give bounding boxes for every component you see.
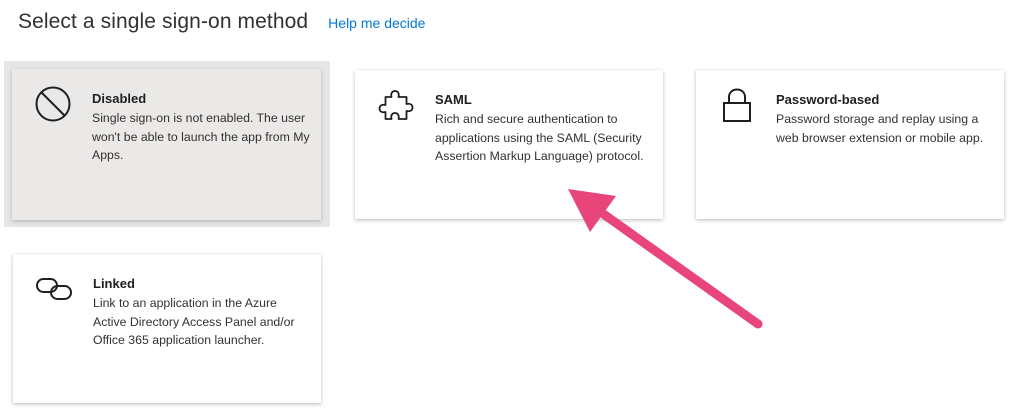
- card-saml[interactable]: SAML Rich and secure authentication to a…: [355, 70, 663, 219]
- card-description: Link to an application in the Azure Acti…: [93, 296, 295, 347]
- lock-icon: [718, 86, 756, 124]
- link-icon: [35, 270, 73, 308]
- card-title: Linked: [93, 276, 135, 291]
- help-me-decide-link[interactable]: Help me decide: [328, 15, 425, 31]
- puzzle-icon: [377, 86, 415, 124]
- card-title: Disabled: [92, 91, 147, 106]
- page-title: Select a single sign-on method: [18, 10, 309, 33]
- card-description: Single sign-on is not enabled. The user …: [92, 111, 310, 162]
- card-title: SAML: [435, 92, 472, 107]
- card-disabled[interactable]: Disabled Single sign-on is not enabled. …: [12, 69, 321, 220]
- card-description: Rich and secure authentication to applic…: [435, 112, 644, 163]
- page-header: Select a single sign-on method Help me d…: [18, 10, 425, 34]
- no-entry-icon: [34, 85, 72, 123]
- card-linked[interactable]: Linked Link to an application in the Azu…: [13, 254, 321, 403]
- card-description: Password storage and replay using a web …: [776, 112, 984, 145]
- card-title: Password-based: [776, 92, 880, 107]
- card-password-based[interactable]: Password-based Password storage and repl…: [696, 70, 1004, 219]
